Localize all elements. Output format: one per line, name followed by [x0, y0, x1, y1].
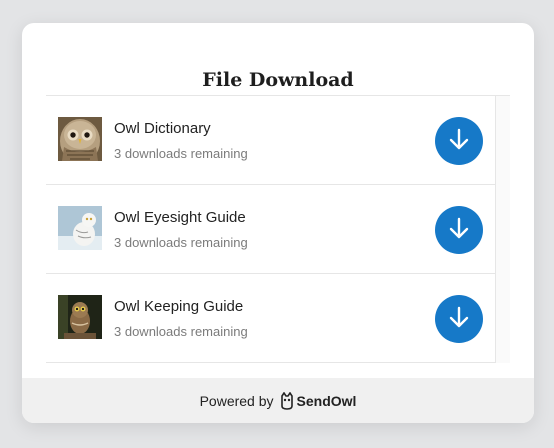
- snowy-owl-thumbnail: [58, 206, 102, 250]
- download-card: File Download Owl Dictionary 3 downloads…: [22, 23, 534, 423]
- download-button[interactable]: [435, 206, 483, 254]
- list-item: Owl Eyesight Guide 3 downloads remaining: [46, 185, 496, 274]
- download-arrow-icon: [449, 217, 469, 239]
- footer: Powered by SendOwl: [22, 378, 534, 423]
- downloads-remaining: 3 downloads remaining: [114, 235, 248, 250]
- brand-name: SendOwl: [296, 392, 357, 409]
- file-list: Owl Dictionary 3 downloads remaining Owl…: [46, 95, 510, 363]
- little-owl-thumbnail: [58, 295, 102, 339]
- scrollbar[interactable]: [495, 96, 510, 363]
- download-button[interactable]: [435, 295, 483, 343]
- file-name: Owl Dictionary: [114, 120, 211, 137]
- list-item: Owl Keeping Guide 3 downloads remaining: [46, 274, 496, 363]
- list-item: Owl Dictionary 3 downloads remaining: [46, 96, 496, 185]
- powered-by-text: Powered by: [199, 392, 274, 409]
- download-button[interactable]: [435, 117, 483, 165]
- downloads-remaining: 3 downloads remaining: [114, 324, 248, 339]
- dialog-title: File Download: [202, 69, 354, 91]
- file-name: Owl Keeping Guide: [114, 298, 244, 315]
- barred-owl-thumbnail: [58, 117, 102, 161]
- download-arrow-icon: [449, 128, 469, 150]
- downloads-remaining: 3 downloads remaining: [114, 146, 248, 161]
- file-name: Owl Eyesight Guide: [114, 209, 246, 226]
- sendowl-logo-icon: [280, 391, 293, 410]
- download-arrow-icon: [449, 306, 469, 328]
- sendowl-brand-link[interactable]: SendOwl: [280, 391, 357, 410]
